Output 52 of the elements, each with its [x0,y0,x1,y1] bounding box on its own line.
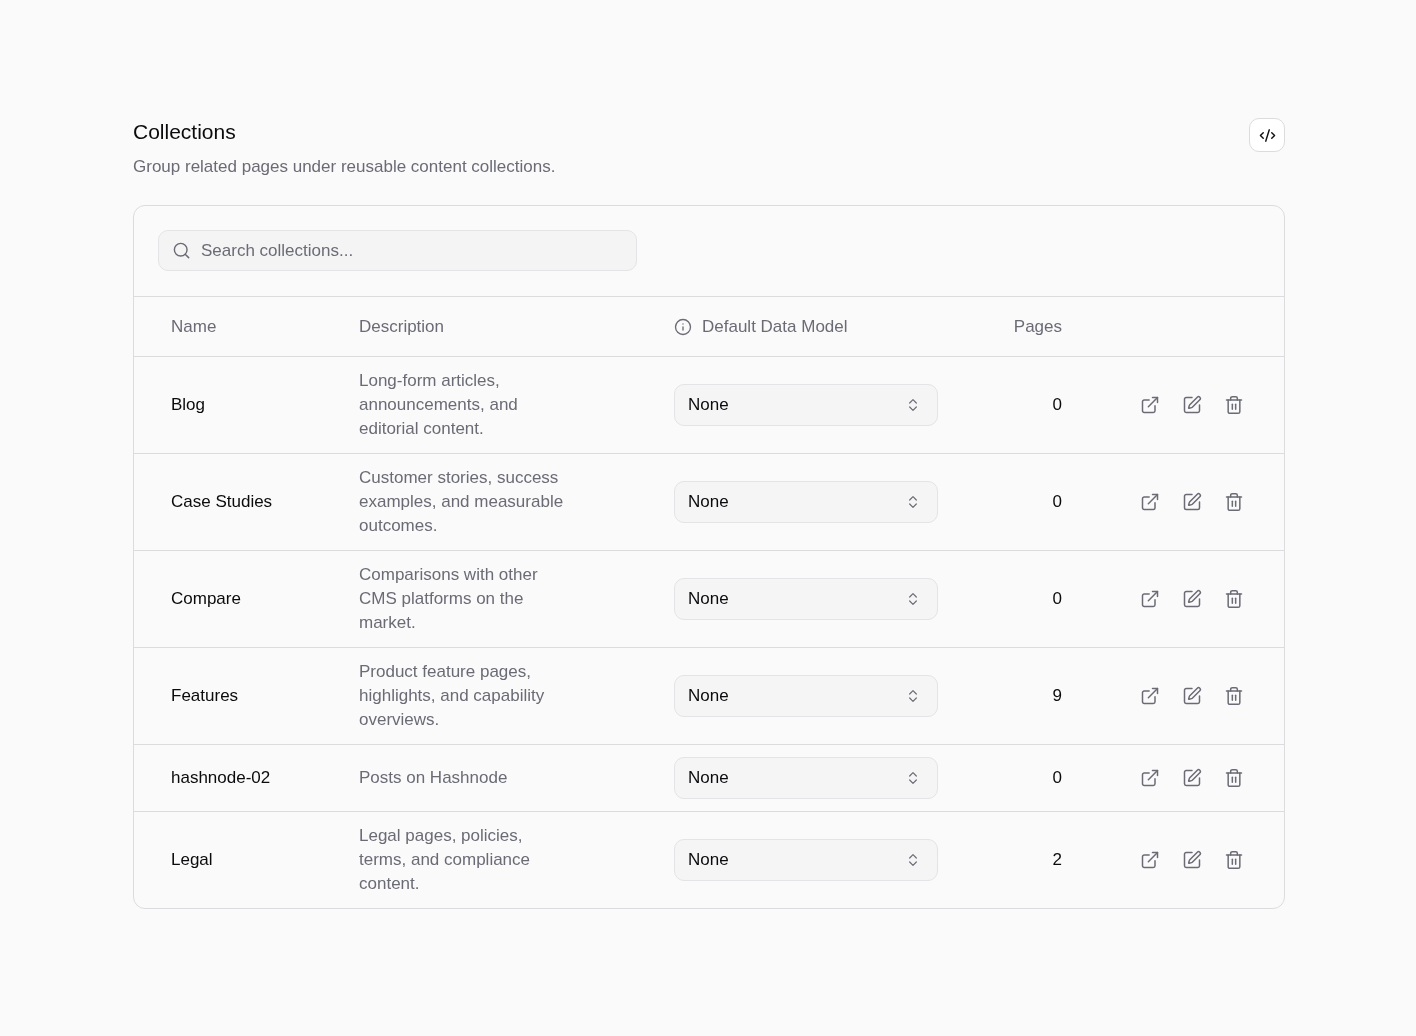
name-cell-text: Blog [171,394,206,416]
data-model-select[interactable]: None [674,578,938,620]
description-cell-text: Product feature pages, highlights, and capability overviews. [359,661,546,731]
description-cell-text: Posts on Hashnode [359,767,508,789]
name-cell-text: Features [171,685,239,707]
column-header: Default Data Model [702,315,848,338]
code-button[interactable] [1249,118,1285,152]
column-header: Name [171,315,217,338]
code-icon [1258,126,1276,144]
external-link-icon [1140,850,1160,870]
pages-cell-text: 9 [1052,685,1062,707]
name-cell-text: hashnode-02 [171,767,271,789]
search-icon [172,241,191,260]
pages-cell-text: 0 [1052,491,1062,513]
trash-icon [1224,492,1244,512]
data-model-select[interactable]: None [674,839,938,881]
trash-icon [1224,768,1244,788]
external-link-icon [1140,768,1160,788]
trash-icon [1224,395,1244,415]
external-link-icon [1140,686,1160,706]
name-cell-text: Compare [171,588,241,610]
name-cell-text: Case Studies [171,491,273,513]
data-model-select[interactable]: None [674,675,938,717]
pages-cell-text: 0 [1052,588,1062,610]
page-title: Collections [133,119,237,145]
description-cell-text: Customer stories, success examples, and measurable outcomes. [359,467,565,537]
description-cell-text: Legal pages, policies, terms, and compliance content. [359,825,532,895]
pages-cell-text: 0 [1052,394,1062,416]
external-link-icon [1140,492,1160,512]
data-model-select[interactable]: None [674,481,938,523]
pages-cell-text: 2 [1052,849,1062,871]
page-subtitle: Group related pages under reusable content collections. [133,156,556,178]
pencil-square-icon [1182,395,1202,415]
trash-icon [1224,589,1244,609]
column-header: Pages [1013,315,1062,338]
pencil-square-icon [1182,850,1202,870]
trash-icon [1224,850,1244,870]
description-cell-text: Long-form articles, announcements, and editorial content. [359,370,519,440]
pages-cell-text: 0 [1052,767,1062,789]
pencil-square-icon [1182,686,1202,706]
external-link-icon [1140,589,1160,609]
trash-icon [1224,686,1244,706]
pencil-square-icon [1182,589,1202,609]
data-model-select[interactable]: None [674,757,938,799]
name-cell-text: Legal [171,849,213,871]
column-header: Description [359,315,445,338]
pencil-square-icon [1182,492,1202,512]
data-model-select[interactable]: None [674,384,938,426]
external-link-icon [1140,395,1160,415]
search-field[interactable]: Search collections... [158,230,637,271]
description-cell-text: Comparisons with other CMS platforms on the market. [359,564,539,634]
pencil-square-icon [1182,768,1202,788]
